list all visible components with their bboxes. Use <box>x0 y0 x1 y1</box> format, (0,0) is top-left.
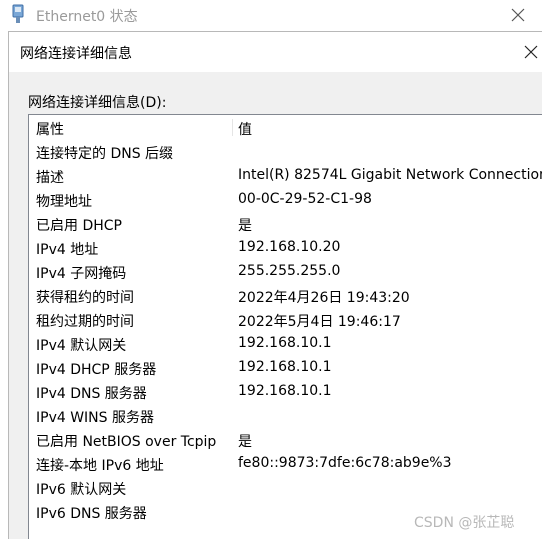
row-property: 连接特定的 DNS 后缀 <box>36 146 174 162</box>
table-row[interactable]: IPv4 子网掩码 255.255.255.0 <box>29 259 542 283</box>
row-property: 获得租约的时间 <box>36 290 134 306</box>
dialog-title: 网络连接详细信息 <box>20 46 132 62</box>
table-row[interactable]: IPv6 默认网关 <box>29 475 542 499</box>
parent-title-bar: Ethernet0 状态 <box>0 0 542 30</box>
network-connection-details-dialog: 网络连接详细信息 网络连接详细信息(D): 属性 值 连接特定的 DNS 后缀 … <box>8 31 542 539</box>
column-header-property[interactable]: 属性 <box>29 119 229 139</box>
table-row[interactable]: 已启用 NetBIOS over Tcpip 是 <box>29 427 542 451</box>
dialog-title-bar: 网络连接详细信息 <box>9 32 542 72</box>
network-adapter-icon <box>11 4 25 24</box>
table-row[interactable]: IPv4 默认网关 192.168.10.1 <box>29 331 542 355</box>
row-property: 租约过期的时间 <box>36 314 134 330</box>
watermark: CSDN @张芷聪 <box>414 515 515 531</box>
row-property: IPv4 DNS 服务器 <box>36 386 147 402</box>
table-row[interactable]: 物理地址 00-0C-29-52-C1-98 <box>29 187 542 211</box>
row-property: IPv4 WINS 服务器 <box>36 410 154 426</box>
row-value: 192.168.10.1 <box>238 335 332 351</box>
details-label: 网络连接详细信息(D): <box>28 95 167 111</box>
table-row[interactable]: 获得租约的时间 2022年4月26日 19:43:20 <box>29 283 542 307</box>
column-divider[interactable] <box>232 119 233 136</box>
row-property: 连接-本地 IPv6 地址 <box>36 458 164 474</box>
table-row[interactable]: 租约过期的时间 2022年5月4日 19:46:17 <box>29 307 542 331</box>
row-property: IPv6 DNS 服务器 <box>36 506 147 522</box>
row-property: 描述 <box>36 170 64 186</box>
close-icon[interactable] <box>506 3 530 27</box>
list-header: 属性 值 <box>29 115 542 139</box>
table-row[interactable]: 连接特定的 DNS 后缀 <box>29 139 542 163</box>
row-value: 2022年5月4日 19:46:17 <box>238 314 401 330</box>
table-row[interactable]: IPv4 地址 192.168.10.20 <box>29 235 542 259</box>
row-value: 192.168.10.1 <box>238 359 332 375</box>
row-value: 是 <box>238 434 252 450</box>
row-value: fe80::9873:7dfe:6c78:ab9e%3 <box>238 455 452 471</box>
table-row[interactable]: 连接-本地 IPv6 地址 fe80::9873:7dfe:6c78:ab9e%… <box>29 451 542 475</box>
row-value: 192.168.10.1 <box>238 383 332 399</box>
table-row[interactable]: IPv4 DNS 服务器 192.168.10.1 <box>29 379 542 403</box>
close-icon[interactable] <box>519 40 542 64</box>
row-value: 2022年4月26日 19:43:20 <box>238 290 410 306</box>
table-row[interactable]: 已启用 DHCP 是 <box>29 211 542 235</box>
row-value: Intel(R) 82574L Gigabit Network Connecti… <box>238 167 542 183</box>
row-property: 已启用 NetBIOS over Tcpip <box>36 434 217 450</box>
table-row[interactable]: IPv4 WINS 服务器 <box>29 403 542 427</box>
row-property: 物理地址 <box>36 194 92 210</box>
table-row[interactable]: 描述 Intel(R) 82574L Gigabit Network Conne… <box>29 163 542 187</box>
parent-window-title: Ethernet0 状态 <box>36 9 138 25</box>
row-property: IPv4 子网掩码 <box>36 266 127 282</box>
row-property: IPv4 地址 <box>36 242 99 258</box>
row-property: 已启用 DHCP <box>36 218 122 234</box>
row-value: 192.168.10.20 <box>238 239 341 255</box>
column-header-value[interactable]: 值 <box>238 119 542 139</box>
row-value: 00-0C-29-52-C1-98 <box>238 191 372 207</box>
details-list-view[interactable]: 属性 值 连接特定的 DNS 后缀 描述 Intel(R) 82574L Gig… <box>28 114 542 539</box>
table-row[interactable]: IPv4 DHCP 服务器 192.168.10.1 <box>29 355 542 379</box>
row-property: IPv4 DHCP 服务器 <box>36 362 157 378</box>
row-property: IPv4 默认网关 <box>36 338 127 354</box>
row-property: IPv6 默认网关 <box>36 482 127 498</box>
row-value: 是 <box>238 218 252 234</box>
row-value: 255.255.255.0 <box>238 263 341 279</box>
